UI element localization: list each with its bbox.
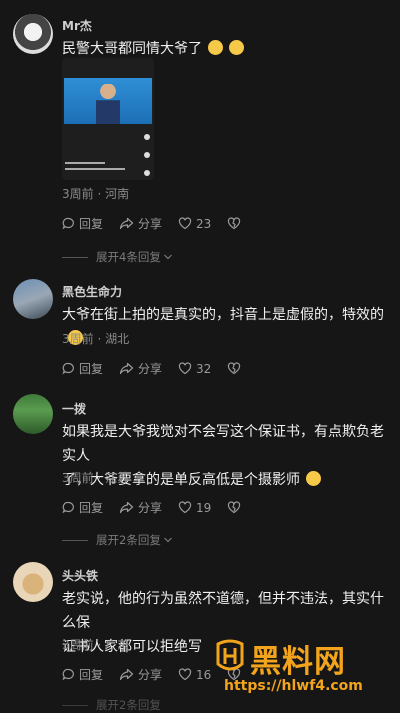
- like-count: 19: [196, 500, 212, 515]
- like-count: 16: [196, 667, 212, 682]
- comment-text-content: 民警大哥都同情大爷了: [62, 41, 202, 57]
- watermark-logo-icon: [216, 639, 244, 671]
- avatar[interactable]: [13, 394, 53, 434]
- comment-actions: 回复 分享 19: [62, 499, 261, 516]
- video-thumbnail[interactable]: [62, 58, 154, 180]
- like-count: 23: [196, 216, 212, 231]
- share-button[interactable]: 分享: [119, 215, 162, 232]
- username[interactable]: 头头铁: [62, 567, 98, 584]
- heart-icon: [178, 217, 192, 230]
- like-button[interactable]: 16: [178, 668, 211, 682]
- expand-replies-button[interactable]: 展开2条回复: [62, 697, 161, 713]
- share-icon: [119, 362, 134, 375]
- avatar[interactable]: [13, 562, 53, 602]
- divider: [62, 256, 88, 258]
- share-icon: [119, 668, 134, 681]
- share-icon: [119, 501, 134, 514]
- avatar[interactable]: [13, 279, 53, 319]
- expand-replies-button[interactable]: 展开2条回复: [62, 532, 173, 548]
- comment-text-line: 如果我是大爷我觉对不会写这个保证书，有点欺负老实人: [62, 424, 384, 464]
- star-icon: [144, 152, 150, 158]
- like-count: 32: [196, 361, 212, 376]
- comment-actions: 回复 分享 23: [62, 215, 261, 232]
- heart-icon: [178, 501, 192, 514]
- watermark-title: 黑料网: [250, 644, 346, 680]
- comment-meta: 3周前 · 江苏: [62, 471, 130, 485]
- comment-icon: [144, 134, 150, 140]
- like-button[interactable]: 23: [178, 217, 211, 231]
- share-button[interactable]: 分享: [119, 666, 162, 683]
- comment-meta: 3周前 · 广东: [62, 638, 130, 652]
- reply-button[interactable]: 回复: [62, 666, 103, 683]
- broken-heart-icon: [228, 501, 241, 514]
- avatar[interactable]: [13, 14, 53, 54]
- grinning-emoji-icon: [208, 40, 223, 55]
- comment-actions: 回复 分享 32: [62, 360, 261, 377]
- reply-button[interactable]: 回复: [62, 215, 103, 232]
- expand-replies-button[interactable]: 展开4条回复: [62, 249, 173, 265]
- video-caption-line: [65, 162, 105, 164]
- reply-icon: [62, 668, 74, 681]
- username[interactable]: Mr杰: [62, 17, 92, 34]
- reply-icon: [62, 501, 74, 514]
- divider: [62, 704, 88, 706]
- watermark: 黑料网 https://hlwf4.com: [212, 630, 398, 700]
- video-person: [96, 84, 120, 124]
- reply-icon: [62, 217, 74, 230]
- chevron-down-icon: [163, 254, 172, 260]
- heart-icon: [178, 668, 192, 681]
- chevron-down-icon: [163, 537, 172, 543]
- username[interactable]: 一拨: [62, 400, 86, 417]
- reply-button[interactable]: 回复: [62, 499, 103, 516]
- share-button[interactable]: 分享: [119, 360, 162, 377]
- comment-meta: 3周前 · 湖北: [62, 332, 130, 346]
- reply-icon: [62, 362, 74, 375]
- share-button[interactable]: 分享: [119, 499, 162, 516]
- heart-icon: [178, 362, 192, 375]
- broken-heart-icon: [228, 217, 241, 230]
- like-button[interactable]: 19: [178, 501, 211, 515]
- comment-meta: 3周前 · 河南: [62, 187, 130, 201]
- dislike-button[interactable]: [227, 501, 245, 514]
- share-icon: [119, 217, 134, 230]
- dislike-button[interactable]: [227, 217, 245, 230]
- like-button[interactable]: 32: [178, 362, 211, 376]
- comment-text-content: 大爷在街上拍的是真实的，抖音上是虚假的，特效的: [62, 307, 384, 323]
- dislike-button[interactable]: [227, 362, 245, 375]
- divider: [62, 539, 88, 541]
- broken-heart-icon: [228, 362, 241, 375]
- watermark-url: https://hlwf4.com: [224, 678, 363, 694]
- grinning-emoji-icon: [229, 40, 244, 55]
- like-icon: [144, 170, 150, 176]
- username[interactable]: 黑色生命力: [62, 283, 122, 300]
- video-scene: [64, 78, 152, 124]
- video-caption-line: [65, 168, 125, 170]
- reply-button[interactable]: 回复: [62, 360, 103, 377]
- sweat-smile-emoji-icon: [306, 471, 321, 486]
- comment-text-line: 老实说，他的行为虽然不道德，但并不违法，其实什么保: [62, 591, 384, 631]
